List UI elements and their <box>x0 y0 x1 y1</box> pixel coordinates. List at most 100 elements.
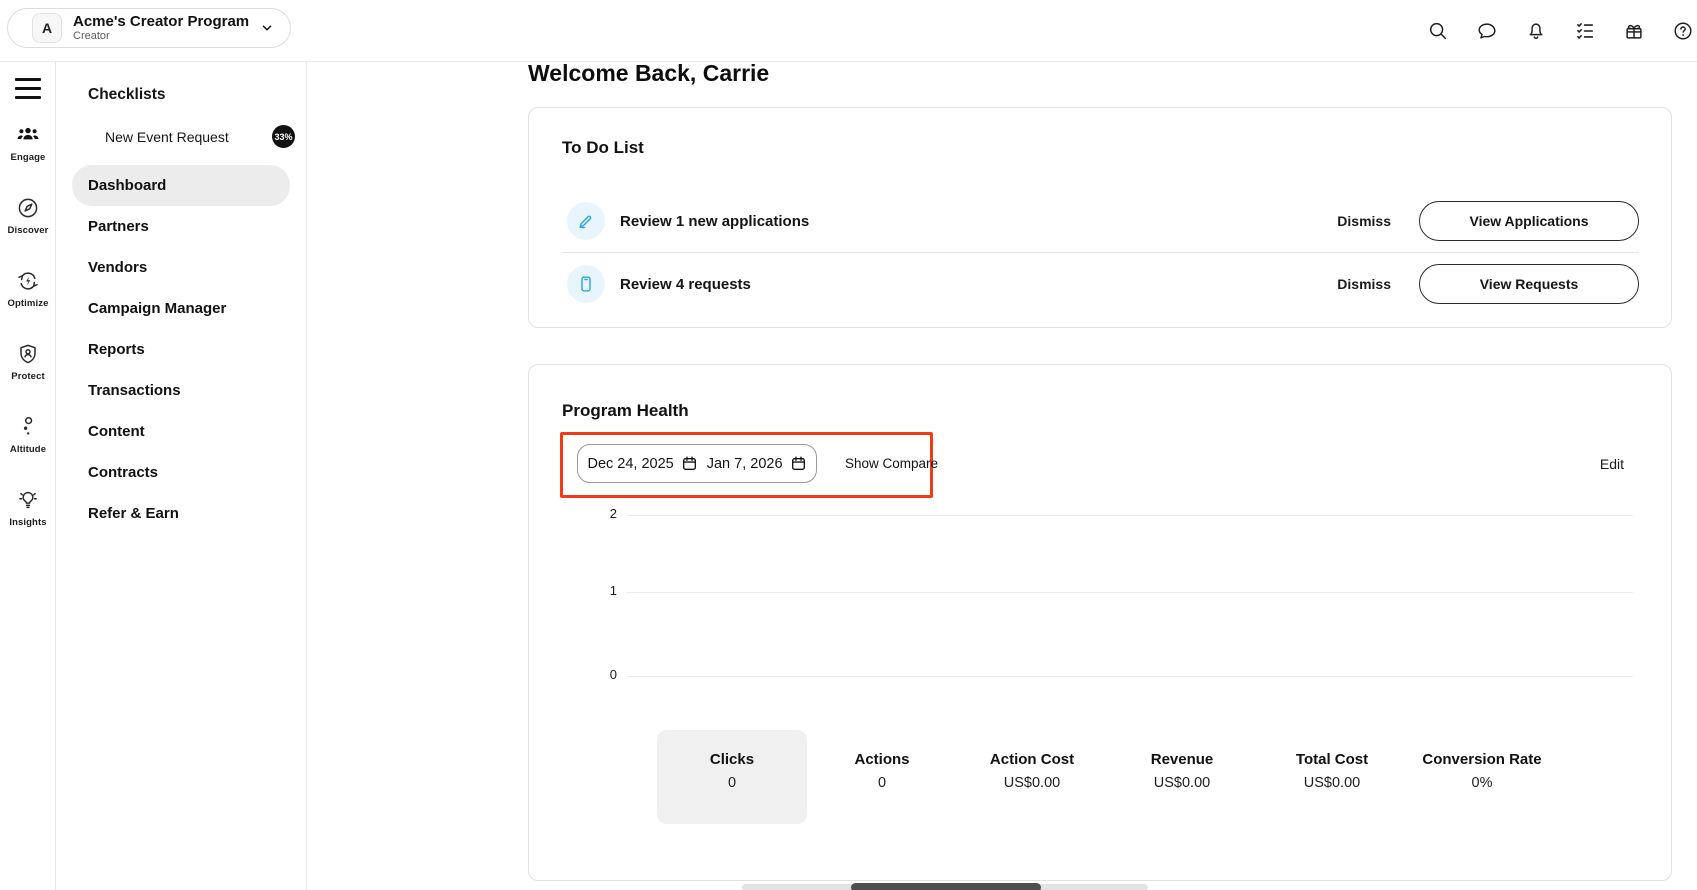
chat-icon[interactable] <box>1476 20 1498 42</box>
show-compare-link[interactable]: Show Compare <box>845 454 938 474</box>
metric-tab-total-cost[interactable]: Total Cost US$0.00 <box>1257 730 1407 824</box>
metric-value: US$0.00 <box>1004 775 1060 791</box>
sidebar-item-label: Transactions <box>88 382 181 399</box>
calendar-icon <box>790 455 807 472</box>
checklist-item-label: New Event Request <box>105 129 229 145</box>
top-bar: A Acme's Creator Program Creator <box>0 0 1697 62</box>
y-tick: 1 <box>597 583 617 598</box>
checklist-item-new-event-request[interactable]: New Event Request 33% <box>105 125 295 148</box>
sidebar-item-label: Vendors <box>88 259 147 276</box>
program-name: Acme's Creator Program <box>73 13 249 30</box>
metric-label: Total Cost <box>1296 751 1368 768</box>
notifications-bell-icon[interactable] <box>1525 20 1547 42</box>
metric-value: 0% <box>1472 775 1493 791</box>
horizontal-scrollbar-thumb[interactable] <box>851 883 1041 890</box>
sidebar-item-vendors[interactable]: Vendors <box>56 247 307 288</box>
sidebar: Checklists New Event Request 33% Dashboa… <box>56 62 307 890</box>
rail-label: Engage <box>11 152 46 163</box>
sidebar-item-refer-earn[interactable]: Refer & Earn <box>56 493 307 534</box>
date-start-value: Dec 24, 2025 <box>587 456 673 472</box>
todo-list-title: To Do List <box>562 138 644 158</box>
rail-item-protect[interactable]: Protect <box>0 342 56 382</box>
metric-tab-clicks[interactable]: Clicks 0 <box>657 730 807 824</box>
progress-badge: 33% <box>272 125 295 148</box>
icon-rail: Engage Discover Optimize Protect Altitud <box>0 62 56 890</box>
dismiss-link[interactable]: Dismiss <box>1337 213 1391 229</box>
page-title: Welcome Back, Carrie <box>528 60 769 87</box>
sidebar-item-content[interactable]: Content <box>56 411 307 452</box>
todo-row-requests: Review 4 requests Dismiss View Requests <box>529 253 1671 315</box>
rail-item-insights[interactable]: Insights <box>0 488 56 528</box>
discover-compass-icon <box>16 196 40 220</box>
sidebar-item-label: Campaign Manager <box>88 300 226 317</box>
chevron-down-icon <box>260 21 274 35</box>
todo-rows: Review 1 new applications Dismiss View A… <box>529 190 1671 315</box>
dismiss-link[interactable]: Dismiss <box>1337 276 1391 292</box>
metric-value: US$0.00 <box>1304 775 1360 791</box>
sidebar-item-partners[interactable]: Partners <box>56 206 307 247</box>
engage-people-icon <box>16 123 40 147</box>
program-switcher-text: Acme's Creator Program Creator <box>73 13 249 43</box>
help-icon[interactable] <box>1672 20 1694 42</box>
program-health-title: Program Health <box>562 401 689 421</box>
program-role: Creator <box>73 30 249 43</box>
rail-label: Insights <box>9 517 46 528</box>
sidebar-nav: Dashboard Partners Vendors Campaign Mana… <box>56 165 307 534</box>
metric-label: Actions <box>854 751 909 768</box>
metric-tab-conversion-rate[interactable]: Conversion Rate 0% <box>1407 730 1557 824</box>
date-range-picker[interactable]: Dec 24, 2025 Jan 7, 2026 <box>577 444 817 483</box>
rail-item-altitude[interactable]: Altitude <box>0 415 56 455</box>
sidebar-item-campaign-manager[interactable]: Campaign Manager <box>56 288 307 329</box>
edit-link[interactable]: Edit <box>1600 454 1624 474</box>
metric-tab-revenue[interactable]: Revenue US$0.00 <box>1107 730 1257 824</box>
insights-lightbulb-icon <box>16 488 40 512</box>
metric-value: 0 <box>728 775 736 791</box>
sidebar-item-reports[interactable]: Reports <box>56 329 307 370</box>
topbar-icon-group <box>1427 0 1694 62</box>
signature-pen-icon <box>567 202 605 240</box>
metric-label: Action Cost <box>990 751 1074 768</box>
date-end[interactable]: Jan 7, 2026 <box>707 455 807 472</box>
gridline <box>627 676 1633 677</box>
metric-label: Clicks <box>710 751 754 768</box>
hamburger-menu-icon[interactable] <box>15 78 41 99</box>
todo-list-card: To Do List Review 1 new applications Dis… <box>528 107 1672 328</box>
sidebar-item-label: Reports <box>88 341 145 358</box>
sidebar-item-transactions[interactable]: Transactions <box>56 370 307 411</box>
sidebar-item-label: Partners <box>88 218 149 235</box>
metric-tab-actions[interactable]: Actions 0 <box>807 730 957 824</box>
gridline <box>627 592 1633 593</box>
rail-label: Optimize <box>8 298 49 309</box>
rewards-gift-icon[interactable] <box>1623 20 1645 42</box>
rail-label: Discover <box>8 225 49 236</box>
altitude-dots-icon <box>16 415 40 439</box>
protect-shield-icon <box>16 342 40 366</box>
rail-item-optimize[interactable]: Optimize <box>0 269 56 309</box>
dashboard-page: A Acme's Creator Program Creator <box>0 0 1697 890</box>
date-end-value: Jan 7, 2026 <box>707 456 783 472</box>
search-icon[interactable] <box>1427 20 1449 42</box>
program-health-chart: 2 1 0 <box>529 505 1671 705</box>
rail-item-discover[interactable]: Discover <box>0 196 56 236</box>
todo-text: Review 1 new applications <box>620 213 809 230</box>
program-switcher[interactable]: A Acme's Creator Program Creator <box>7 8 291 48</box>
view-requests-button[interactable]: View Requests <box>1419 264 1639 304</box>
metric-label: Revenue <box>1151 751 1214 768</box>
program-health-card: Program Health Dec 24, 2025 Jan 7, 2026 … <box>528 364 1672 881</box>
mobile-device-icon <box>567 265 605 303</box>
tasks-checklist-icon[interactable] <box>1574 20 1596 42</box>
sidebar-item-label: Refer & Earn <box>88 505 179 522</box>
sidebar-item-contracts[interactable]: Contracts <box>56 452 307 493</box>
sidebar-item-label: Dashboard <box>88 177 166 194</box>
checklists-header: Checklists <box>88 86 166 104</box>
view-applications-button[interactable]: View Applications <box>1419 201 1639 241</box>
sidebar-item-dashboard[interactable]: Dashboard <box>72 165 290 206</box>
calendar-icon <box>681 455 698 472</box>
y-tick: 2 <box>597 506 617 521</box>
metric-tab-action-cost[interactable]: Action Cost US$0.00 <box>957 730 1107 824</box>
date-start[interactable]: Dec 24, 2025 <box>587 455 697 472</box>
todo-text: Review 4 requests <box>620 276 751 293</box>
metric-label: Conversion Rate <box>1422 751 1541 768</box>
rail-item-engage[interactable]: Engage <box>0 123 56 163</box>
rail-label: Protect <box>11 371 44 382</box>
